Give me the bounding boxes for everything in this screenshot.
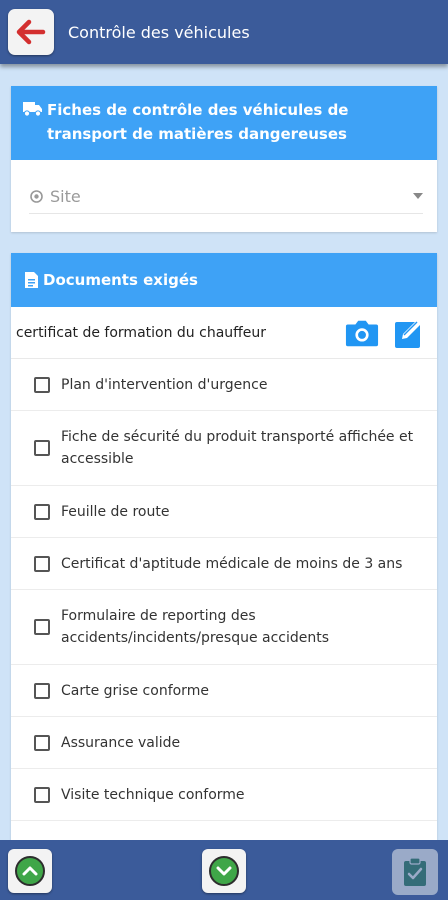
chevron-up-icon: [15, 856, 45, 886]
page-title: Contrôle des véhicules: [68, 22, 250, 42]
checklist-item-label: Assurance valide: [61, 734, 181, 751]
edit-button[interactable]: [393, 316, 427, 350]
checkbox[interactable]: [34, 555, 50, 572]
checklist-item[interactable]: Assurance valide: [11, 717, 437, 769]
document-icon: [25, 272, 38, 288]
checklist-item-label: Fiche de sécurité du produit transporté …: [61, 429, 414, 467]
vehicle-control-card: Fiches de contrôle des véhicules de tran…: [11, 86, 437, 232]
validate-button[interactable]: [392, 849, 438, 895]
site-select[interactable]: Site: [11, 160, 437, 232]
checklist-item[interactable]: Certificat d'aptitude médicale de moins …: [11, 538, 437, 590]
clipboard-check-icon: [404, 857, 426, 886]
camera-button[interactable]: [345, 316, 379, 350]
location-target-icon: [30, 189, 43, 203]
scroll-down-button[interactable]: [202, 849, 246, 893]
checkbox[interactable]: [34, 786, 50, 803]
checklist-item[interactable]: Formulaire de reporting des accidents/in…: [11, 590, 437, 665]
site-placeholder: Site: [50, 186, 81, 206]
checklist-item-label: Formulaire de reporting des accidents/in…: [61, 608, 330, 646]
checklist-item[interactable]: Plan d'intervention d'urgence: [11, 359, 437, 411]
back-button[interactable]: [8, 9, 54, 55]
edit-icon: [395, 318, 422, 348]
checkbox[interactable]: [34, 503, 50, 520]
document-checklist: Plan d'intervention d'urgence Fiche de s…: [11, 359, 437, 821]
vehicle-card-title: Fiches de contrôle des véhicules de tran…: [47, 101, 349, 143]
dropdown-arrow-icon: [413, 193, 423, 199]
checklist-item[interactable]: Feuille de route: [11, 486, 437, 538]
camera-icon: [345, 320, 379, 346]
checkbox[interactable]: [34, 376, 50, 393]
checklist-item-label: Feuille de route: [61, 503, 170, 520]
checklist-item[interactable]: Carte grise conforme: [11, 665, 437, 717]
app-bar: Contrôle des véhicules: [0, 0, 448, 64]
bottom-bar: [0, 840, 448, 900]
documents-card-header: Documents exigés: [11, 253, 437, 307]
vehicle-card-header: Fiches de contrôle des véhicules de tran…: [11, 86, 437, 160]
driver-certificate-row: certificat de formation du chauffeur: [11, 307, 437, 359]
checkbox[interactable]: [34, 440, 50, 456]
arrow-left-icon: [16, 19, 46, 45]
truck-icon: [23, 102, 42, 117]
checklist-item-label: Carte grise conforme: [61, 682, 209, 699]
checklist-item-label: Visite technique conforme: [61, 786, 245, 803]
chevron-down-icon: [209, 856, 239, 886]
checkbox[interactable]: [34, 734, 50, 751]
checkbox[interactable]: [34, 682, 50, 699]
documents-card: Documents exigés certificat de formation…: [11, 253, 437, 853]
scroll-up-button[interactable]: [8, 849, 52, 893]
driver-certificate-label: certificat de formation du chauffeur: [16, 324, 267, 341]
checklist-item-label: Plan d'intervention d'urgence: [61, 376, 268, 393]
checklist-item[interactable]: Fiche de sécurité du produit transporté …: [11, 411, 437, 486]
checklist-item[interactable]: Visite technique conforme: [11, 769, 437, 821]
checklist-item-label: Certificat d'aptitude médicale de moins …: [61, 555, 403, 572]
checkbox[interactable]: [34, 619, 50, 635]
documents-card-title: Documents exigés: [43, 271, 198, 289]
